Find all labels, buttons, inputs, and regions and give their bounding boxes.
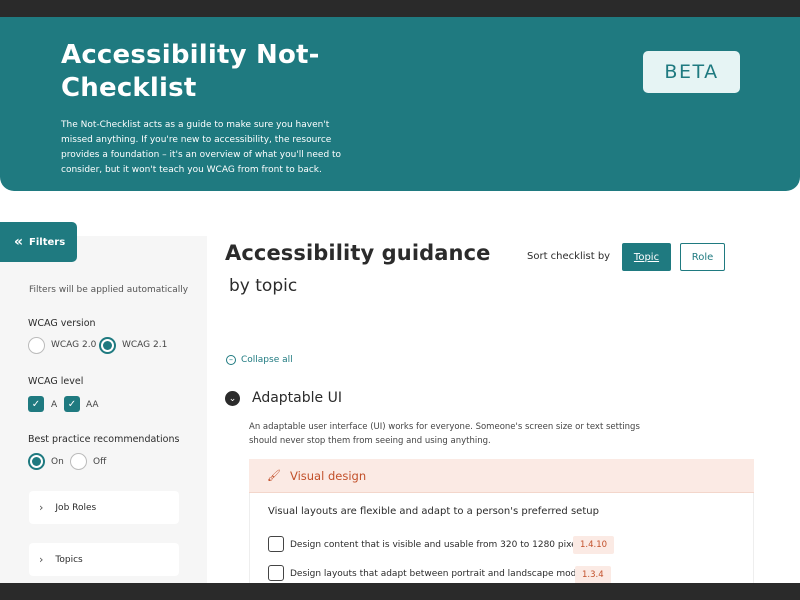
checklist-item-text: Design content that is visible and usabl… (290, 540, 584, 550)
top-frame-bar (0, 0, 800, 17)
best-practice-on-label: On (51, 457, 64, 467)
paintbrush-icon: 🖌 (267, 469, 281, 482)
filters-toggle-button[interactable]: « Filters (0, 222, 77, 262)
wcag-criterion-badge[interactable]: 1.4.10 (573, 536, 615, 554)
app-window: Accessibility Not-Checklist The Not-Chec… (0, 0, 800, 600)
sort-role-button[interactable]: Role (680, 243, 725, 271)
guidance-title: Accessibility guidance (225, 241, 491, 265)
checklist-item-checkbox[interactable] (268, 565, 284, 581)
checklist-item-checkbox[interactable] (268, 536, 284, 552)
collapse-all-link[interactable]: – Collapse all (226, 355, 293, 365)
wcag-2-0-radio[interactable] (28, 337, 45, 354)
checkmark-icon: ✓ (67, 398, 77, 410)
filters-button-label: Filters (29, 236, 66, 248)
collapse-all-label: Collapse all (241, 355, 293, 365)
topics-label: Topics (55, 554, 83, 565)
job-roles-label: Job Roles (55, 502, 97, 513)
guidance-subtitle: by topic (229, 276, 298, 296)
page-title: Accessibility Not-Checklist (61, 40, 320, 103)
best-practice-off-radio[interactable] (70, 453, 87, 470)
chevron-right-icon: › (39, 553, 44, 566)
chevron-right-icon: › (39, 501, 44, 514)
best-practice-heading: Best practice recommendations (28, 434, 180, 445)
checkmark-icon: ✓ (31, 398, 41, 410)
wcag-level-heading: WCAG level (28, 376, 84, 387)
wcag-2-1-label: WCAG 2.1 (122, 340, 168, 350)
level-aa-checkbox[interactable]: ✓ (64, 396, 80, 412)
card-header: 🖌 Visual design (249, 459, 754, 493)
sort-label: Sort checklist by (527, 251, 611, 262)
wcag-2-0-label: WCAG 2.0 (51, 340, 97, 350)
chevron-down-icon: ⌄ (228, 393, 237, 404)
best-practice-off-label: Off (93, 457, 107, 467)
beta-badge: BETA (643, 51, 740, 93)
level-a-label: A (51, 400, 58, 410)
level-aa-label: AA (86, 400, 99, 410)
level-a-checkbox[interactable]: ✓ (28, 396, 44, 412)
wcag-version-heading: WCAG version (28, 318, 96, 329)
section-collapse-toggle[interactable]: ⌄ (225, 391, 240, 406)
page-header: Accessibility Not-Checklist The Not-Chec… (0, 17, 800, 191)
minus-circle-icon: – (226, 355, 236, 365)
best-practice-on-radio[interactable] (28, 453, 45, 470)
wcag-criterion-badge[interactable]: 1.3.4 (575, 566, 611, 584)
checklist-item-text: Design layouts that adapt between portra… (290, 569, 582, 579)
section-description: An adaptable user interface (UI) works f… (249, 422, 640, 446)
sort-topic-button[interactable]: Topic (622, 243, 671, 271)
wcag-2-1-radio[interactable] (99, 337, 116, 354)
filters-note: Filters will be applied automatically (29, 285, 189, 295)
card-title: Visual design (289, 468, 367, 483)
double-chevron-left-icon: « (14, 234, 24, 250)
card-lead: Visual layouts are flexible and adapt to… (268, 506, 599, 517)
section-title: Adaptable UI (252, 390, 342, 406)
header-description: The Not-Checklist acts as a guide to mak… (61, 120, 342, 175)
bottom-frame-bar (0, 583, 800, 600)
topics-group[interactable]: › Topics (29, 543, 179, 576)
job-roles-group[interactable]: › Job Roles (29, 491, 179, 524)
